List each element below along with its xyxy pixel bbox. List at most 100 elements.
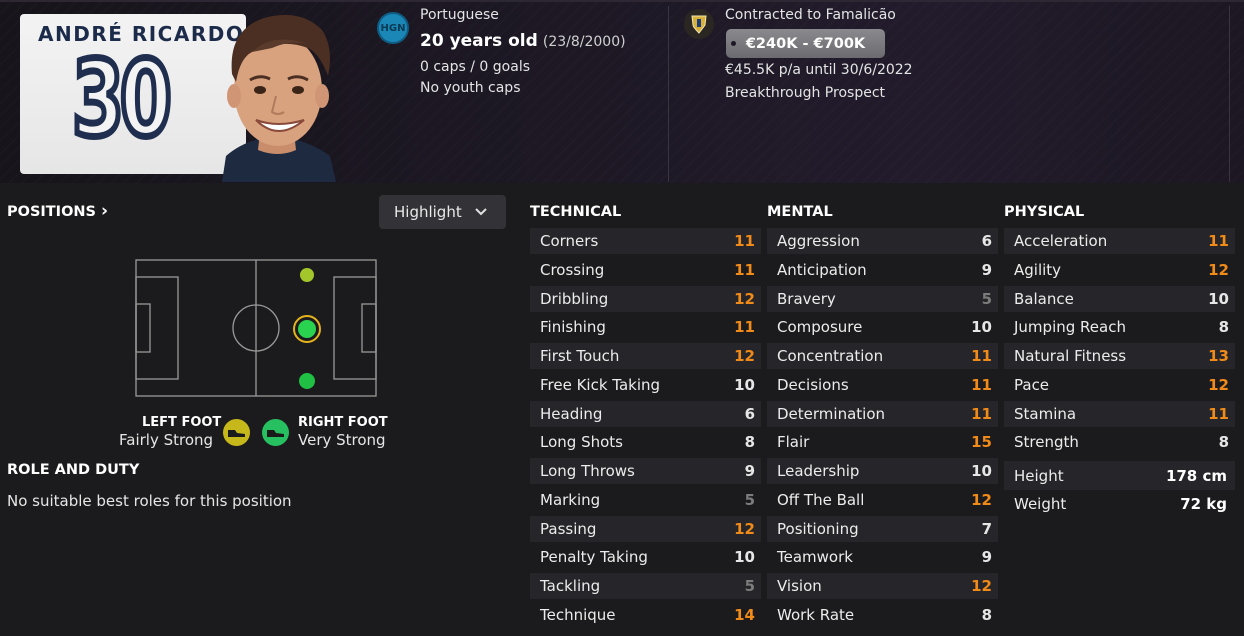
attr-name: Flair xyxy=(777,433,810,451)
attr-row-work-rate[interactable]: Work Rate 8 xyxy=(767,602,998,628)
player-portrait[interactable] xyxy=(212,4,342,182)
attr-row-vision[interactable]: Vision 12 xyxy=(767,573,998,599)
attr-value: 11 xyxy=(734,232,755,250)
attr-value: 13 xyxy=(1208,347,1229,365)
left-boot-icon xyxy=(223,419,250,446)
positions-heading-label: POSITIONS xyxy=(7,204,96,220)
attr-value: 11 xyxy=(971,405,992,423)
attr-name: Off The Ball xyxy=(777,491,865,509)
role-duty-text: No suitable best roles for this position xyxy=(7,492,292,510)
highlight-label: Highlight xyxy=(394,203,462,221)
attr-row-pace[interactable]: Pace 12 xyxy=(1004,372,1235,398)
attr-row-determination[interactable]: Determination 11 xyxy=(767,401,998,427)
attr-row-leadership[interactable]: Leadership 10 xyxy=(767,458,998,484)
age-line: 20 years old (23/8/2000) xyxy=(420,31,626,51)
value-range: €240K - €700K xyxy=(745,35,866,52)
position-marker-aml[interactable] xyxy=(300,268,314,282)
attr-row-anticipation[interactable]: Anticipation 9 xyxy=(767,257,998,283)
position-pitch[interactable] xyxy=(135,259,377,397)
position-marker-amr[interactable] xyxy=(299,373,315,389)
attr-name: Tackling xyxy=(540,577,601,595)
attr-row-weight[interactable]: Weight 72 kg xyxy=(1004,490,1235,517)
attr-row-passing[interactable]: Passing 12 xyxy=(530,516,761,542)
attr-name: Positioning xyxy=(777,520,859,538)
attr-value: 9 xyxy=(744,462,755,480)
attr-row-strength[interactable]: Strength 8 xyxy=(1004,429,1235,455)
attr-name: Heading xyxy=(540,405,603,423)
attr-row-teamwork[interactable]: Teamwork 9 xyxy=(767,544,998,570)
attr-value: 12 xyxy=(734,347,755,365)
attr-row-dribbling[interactable]: Dribbling 12 xyxy=(530,286,761,312)
attr-row-finishing[interactable]: Finishing 11 xyxy=(530,314,761,340)
attr-name: Long Shots xyxy=(540,433,623,451)
attr-value: 10 xyxy=(971,462,992,480)
attr-value: 8 xyxy=(1218,318,1229,336)
attr-value: 72 kg xyxy=(1180,494,1227,513)
attr-name: Height xyxy=(1014,466,1064,485)
attr-row-stamina[interactable]: Stamina 11 xyxy=(1004,401,1235,427)
attr-row-flair[interactable]: Flair 15 xyxy=(767,429,998,455)
attr-name: Determination xyxy=(777,405,886,423)
attr-row-positioning[interactable]: Positioning 7 xyxy=(767,516,998,542)
attr-value: 5 xyxy=(744,577,755,595)
attr-row-agility[interactable]: Agility 12 xyxy=(1004,257,1235,283)
club-badge-icon[interactable] xyxy=(684,9,714,39)
tag-hole xyxy=(731,41,736,46)
header-top-border xyxy=(0,0,1244,2)
attr-name: Pace xyxy=(1014,376,1050,394)
attr-value: 10 xyxy=(734,548,755,566)
attr-row-natural-fitness[interactable]: Natural Fitness 13 xyxy=(1004,343,1235,369)
attr-value: 5 xyxy=(744,491,755,509)
attr-name: Strength xyxy=(1014,433,1079,451)
attr-row-tackling[interactable]: Tackling 5 xyxy=(530,573,761,599)
attr-value: 10 xyxy=(1208,290,1229,308)
attr-row-jumping-reach[interactable]: Jumping Reach 8 xyxy=(1004,314,1235,340)
highlight-dropdown[interactable]: Highlight xyxy=(379,195,506,229)
attr-name: Concentration xyxy=(777,347,884,365)
chevron-right-icon: › xyxy=(101,201,109,221)
contract-club[interactable]: Contracted to Famalicão xyxy=(725,7,896,23)
attr-row-heading[interactable]: Heading 6 xyxy=(530,401,761,427)
attr-name: Long Throws xyxy=(540,462,635,480)
physical-heading: PHYSICAL xyxy=(1004,204,1085,220)
attr-value: 9 xyxy=(981,261,992,279)
attr-row-concentration[interactable]: Concentration 11 xyxy=(767,343,998,369)
attr-value: 15 xyxy=(971,433,992,451)
attr-row-composure[interactable]: Composure 10 xyxy=(767,314,998,340)
caps-goals: 0 caps / 0 goals xyxy=(420,59,531,75)
right-boot-icon xyxy=(262,419,289,446)
attr-row-long-throws[interactable]: Long Throws 9 xyxy=(530,458,761,484)
value-tag: €240K - €700K xyxy=(726,29,885,58)
contract-wage: €45.5K p/a until 30/6/2022 xyxy=(725,62,913,78)
attr-row-long-shots[interactable]: Long Shots 8 xyxy=(530,429,761,455)
attr-row-decisions[interactable]: Decisions 11 xyxy=(767,372,998,398)
positions-heading[interactable]: POSITIONS › xyxy=(7,201,108,221)
attr-row-first-touch[interactable]: First Touch 12 xyxy=(530,343,761,369)
attr-row-penalty-taking[interactable]: Penalty Taking 10 xyxy=(530,544,761,570)
attr-name: Dribbling xyxy=(540,290,609,308)
attr-row-bravery[interactable]: Bravery 5 xyxy=(767,286,998,312)
attr-name: Finishing xyxy=(540,318,606,336)
attr-row-aggression[interactable]: Aggression 6 xyxy=(767,228,998,254)
attr-name: Jumping Reach xyxy=(1014,318,1126,336)
attr-row-technique[interactable]: Technique 14 xyxy=(530,602,761,628)
attr-row-corners[interactable]: Corners 11 xyxy=(530,228,761,254)
attr-name: Corners xyxy=(540,232,599,250)
right-foot-label: RIGHT FOOT xyxy=(298,415,388,430)
attr-value: 10 xyxy=(734,376,755,394)
attr-row-free-kick-taking[interactable]: Free Kick Taking 10 xyxy=(530,372,761,398)
position-marker-amc[interactable] xyxy=(293,315,321,343)
attr-row-balance[interactable]: Balance 10 xyxy=(1004,286,1235,312)
nation-flag-icon[interactable]: HGN xyxy=(377,12,409,44)
attr-row-off-the-ball[interactable]: Off The Ball 12 xyxy=(767,487,998,513)
attr-name: Passing xyxy=(540,520,597,538)
attr-row-marking[interactable]: Marking 5 xyxy=(530,487,761,513)
attr-name: Anticipation xyxy=(777,261,867,279)
attr-row-crossing[interactable]: Crossing 11 xyxy=(530,257,761,283)
nationality[interactable]: Portuguese xyxy=(420,7,499,23)
attr-row-acceleration[interactable]: Acceleration 11 xyxy=(1004,228,1235,254)
attr-value: 7 xyxy=(981,520,992,538)
attr-name: Teamwork xyxy=(777,548,853,566)
attr-value: 11 xyxy=(734,261,755,279)
attr-row-height[interactable]: Height 178 cm xyxy=(1004,461,1235,490)
